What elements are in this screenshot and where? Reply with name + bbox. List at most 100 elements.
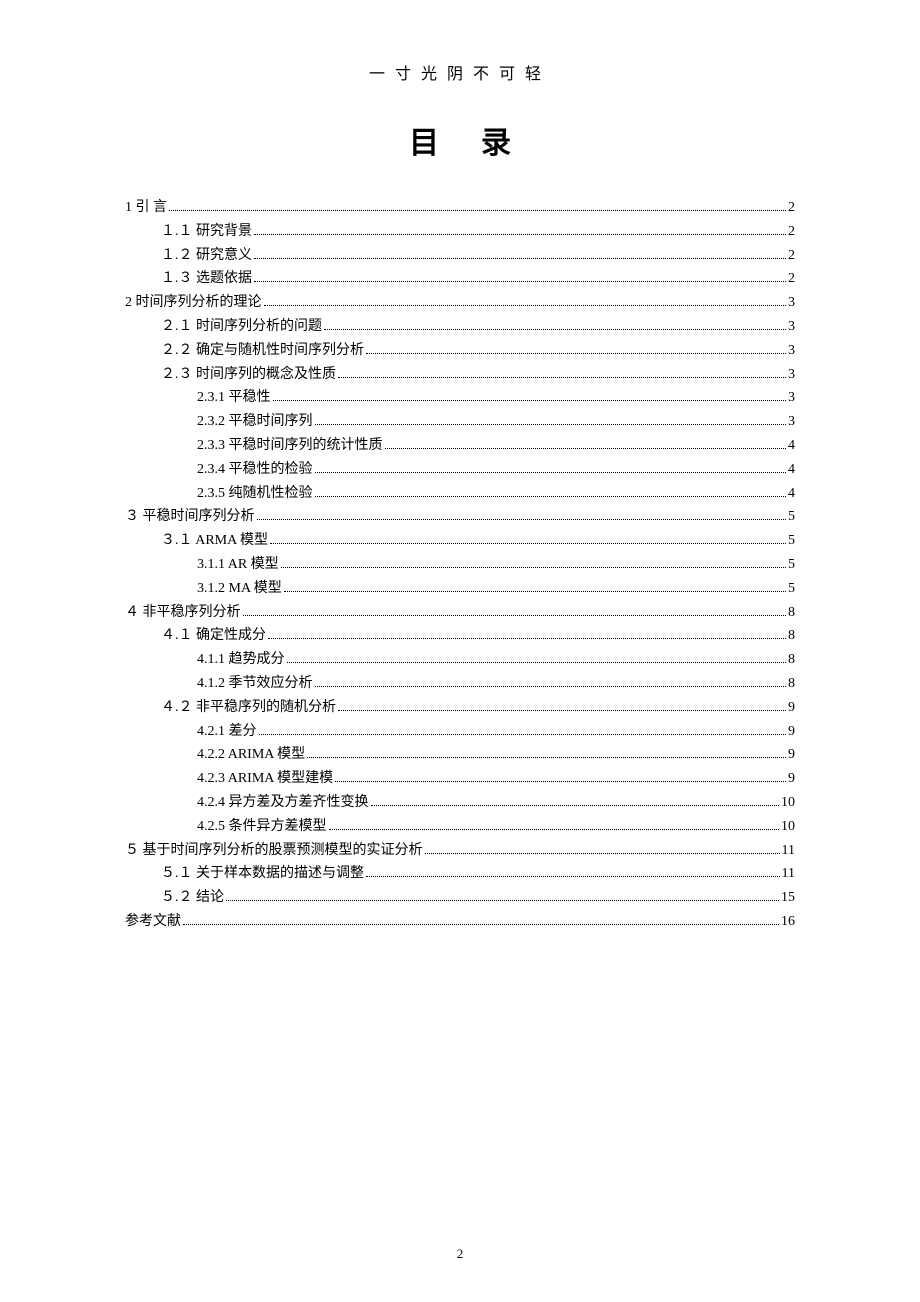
toc-entry-label: 2 时间序列分析的理论: [125, 291, 262, 315]
toc-entry-label: 4.1.1 趋势成分: [197, 648, 285, 672]
toc-entry[interactable]: ５.１ 关于样本数据的描述与调整11: [125, 862, 795, 886]
toc-entry-page: 9: [788, 767, 795, 791]
toc-entry[interactable]: ３ 平稳时间序列分析5: [125, 505, 795, 529]
toc-leader-dots: [264, 305, 787, 306]
toc-entry-label: 参考文献: [125, 910, 181, 934]
toc-entry-label: １.１ 研究背景: [161, 220, 252, 244]
toc-leader-dots: [315, 424, 787, 425]
toc-leader-dots: [254, 234, 786, 235]
toc-entry-page: 4: [788, 482, 795, 506]
toc-entry-page: 8: [788, 672, 795, 696]
toc-leader-dots: [284, 591, 786, 592]
toc-entry-label: 4.2.2 ARIMA 模型: [197, 743, 305, 767]
toc-entry-label: ４.２ 非平稳序列的随机分析: [161, 696, 336, 720]
toc-entry[interactable]: 3.1.2 MA 模型 5: [125, 577, 795, 601]
toc-entry[interactable]: 4.1.1 趋势成分 8: [125, 648, 795, 672]
toc-entry[interactable]: ５.２ 结论15: [125, 886, 795, 910]
toc-entry-page: 3: [788, 410, 795, 434]
toc-entry-page: 10: [781, 815, 795, 839]
toc-leader-dots: [254, 281, 786, 282]
toc-leader-dots: [425, 853, 780, 854]
toc-entry-page: 8: [788, 648, 795, 672]
toc-entry[interactable]: ５ 基于时间序列分析的股票预测模型的实证分析 11: [125, 839, 795, 863]
page: 一寸光阴不可轻 目录 1 引 言2１.１ 研究背景2１.２ 研究意义2１.３ 选…: [0, 0, 920, 1302]
toc-entry-page: 8: [788, 624, 795, 648]
toc-entry-label: 4.2.1 差分: [197, 720, 257, 744]
toc-entry-label: 2.3.2 平稳时间序列: [197, 410, 313, 434]
toc-entry-page: 3: [788, 315, 795, 339]
toc-entry-label: 3.1.2 MA 模型: [197, 577, 282, 601]
toc-entry-page: 4: [788, 458, 795, 482]
toc-leader-dots: [324, 329, 786, 330]
toc-entry[interactable]: ２.３ 时间序列的概念及性质3: [125, 363, 795, 387]
toc-entry-page: 2: [788, 244, 795, 268]
toc-entry[interactable]: 2.3.3 平稳时间序列的统计性质4: [125, 434, 795, 458]
toc-entry-page: 5: [788, 529, 795, 553]
toc-entry-page: 2: [788, 267, 795, 291]
toc-entry[interactable]: １.１ 研究背景2: [125, 220, 795, 244]
toc-leader-dots: [335, 781, 786, 782]
toc-entry-label: ４ 非平稳序列分析: [125, 601, 241, 625]
toc-entry[interactable]: ４.２ 非平稳序列的随机分析 9: [125, 696, 795, 720]
toc-leader-dots: [366, 353, 786, 354]
toc-leader-dots: [259, 734, 787, 735]
toc-entry-label: 4.1.2 季节效应分析: [197, 672, 313, 696]
toc-entry-page: 16: [781, 910, 795, 934]
toc-entry[interactable]: 4.2.5 条件异方差模型 10: [125, 815, 795, 839]
toc-entry-page: 3: [788, 386, 795, 410]
toc-entry-page: 5: [788, 505, 795, 529]
toc-entry[interactable]: 4.2.3 ARIMA 模型建模9: [125, 767, 795, 791]
toc-leader-dots: [183, 924, 779, 925]
toc-entry[interactable]: 4.2.2 ARIMA 模型 9: [125, 743, 795, 767]
toc-entry-label: 4.2.5 条件异方差模型: [197, 815, 327, 839]
toc-entry-label: 2.3.1 平稳性: [197, 386, 271, 410]
toc-entry[interactable]: 2 时间序列分析的理论3: [125, 291, 795, 315]
header-saying: 一寸光阴不可轻: [125, 60, 795, 84]
toc-leader-dots: [338, 377, 786, 378]
toc-leader-dots: [257, 519, 787, 520]
toc-entry-page: 11: [782, 839, 795, 863]
toc-entry[interactable]: ４ 非平稳序列分析 8: [125, 601, 795, 625]
toc-entry-label: ２.２ 确定与随机性时间序列分析: [161, 339, 364, 363]
toc-entry[interactable]: 2.3.2 平稳时间序列 3: [125, 410, 795, 434]
toc-entry-page: 5: [788, 577, 795, 601]
toc-entry-page: 4: [788, 434, 795, 458]
toc-entry-label: ５.２ 结论: [161, 886, 224, 910]
toc-entry[interactable]: 2.3.4 平稳性的检验 4: [125, 458, 795, 482]
toc-entry[interactable]: 2.3.1 平稳性 3: [125, 386, 795, 410]
toc-entry-page: 9: [788, 696, 795, 720]
toc-leader-dots: [307, 757, 786, 758]
toc-entry[interactable]: 4.2.1 差分9: [125, 720, 795, 744]
toc-entry-label: １.３ 选题依据: [161, 267, 252, 291]
toc-entry[interactable]: ４.１ 确定性成分8: [125, 624, 795, 648]
toc-entry-page: 3: [788, 339, 795, 363]
table-of-contents: 1 引 言2１.１ 研究背景2１.２ 研究意义2１.３ 选题依据22 时间序列分…: [125, 196, 795, 934]
toc-entry-page: 8: [788, 601, 795, 625]
toc-entry[interactable]: 3.1.1 AR 模型5: [125, 553, 795, 577]
toc-entry[interactable]: ２.１ 时间序列分析的问题 3: [125, 315, 795, 339]
toc-leader-dots: [169, 210, 786, 211]
toc-leader-dots: [315, 496, 787, 497]
toc-entry[interactable]: １.３ 选题依据 2: [125, 267, 795, 291]
toc-leader-dots: [270, 543, 786, 544]
toc-entry[interactable]: 1 引 言2: [125, 196, 795, 220]
toc-entry-label: 4.2.4 异方差及方差齐性变换: [197, 791, 369, 815]
toc-entry-label: 2.3.5 纯随机性检验: [197, 482, 313, 506]
toc-entry[interactable]: １.２ 研究意义2: [125, 244, 795, 268]
toc-entry[interactable]: ３.１ ARMA 模型5: [125, 529, 795, 553]
toc-entry[interactable]: 2.3.5 纯随机性检验 4: [125, 482, 795, 506]
toc-entry-label: ２.１ 时间序列分析的问题: [161, 315, 322, 339]
toc-entry-label: ５ 基于时间序列分析的股票预测模型的实证分析: [125, 839, 423, 863]
toc-entry[interactable]: 4.1.2 季节效应分析 8: [125, 672, 795, 696]
toc-entry-label: 1 引 言: [125, 196, 167, 220]
toc-entry-page: 9: [788, 743, 795, 767]
toc-entry[interactable]: 参考文献 16: [125, 910, 795, 934]
toc-entry[interactable]: ２.２ 确定与随机性时间序列分析 3: [125, 339, 795, 363]
toc-entry-page: 10: [781, 791, 795, 815]
toc-leader-dots: [273, 400, 787, 401]
toc-leader-dots: [371, 805, 780, 806]
toc-entry-page: 5: [788, 553, 795, 577]
toc-leader-dots: [254, 258, 786, 259]
toc-entry-label: 2.3.4 平稳性的检验: [197, 458, 313, 482]
toc-entry[interactable]: 4.2.4 异方差及方差齐性变换 10: [125, 791, 795, 815]
